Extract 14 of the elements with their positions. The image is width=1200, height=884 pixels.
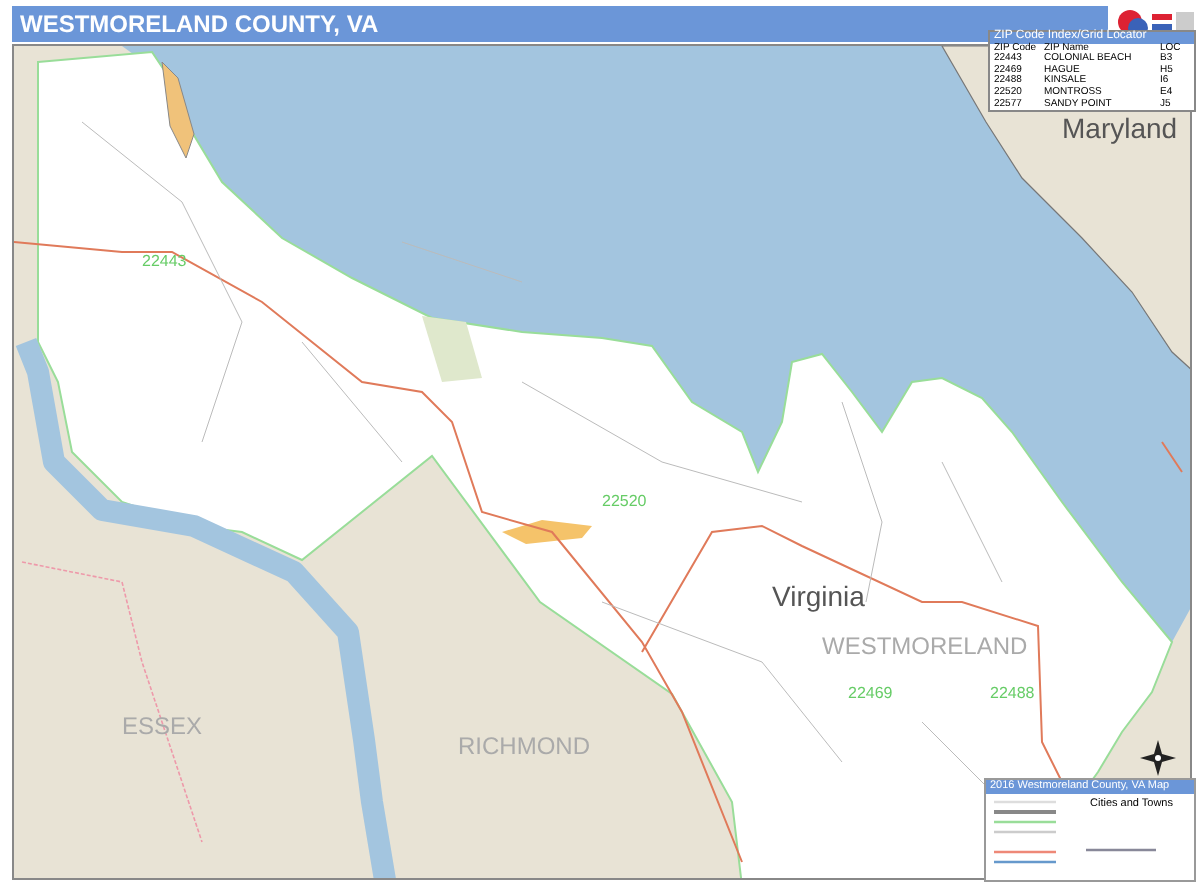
state-label: Virginia [772, 582, 865, 610]
park-area [422, 316, 482, 382]
county-label: RICHMOND [458, 734, 590, 758]
beach-area [161, 61, 195, 159]
compass-icon [1140, 740, 1176, 776]
county-label: ESSEX [122, 714, 203, 738]
county-label: WESTMORELAND [822, 634, 1028, 658]
zip-code-label: 22469 [848, 686, 893, 702]
zip-code-label: 22488 [990, 686, 1035, 702]
map-title: WESTMORELAND COUNTY, VA [18, 10, 379, 38]
zip-code-label: 22443 [142, 254, 187, 270]
zip-code-label: 22520 [602, 494, 647, 510]
state-label: Maryland [1062, 114, 1178, 142]
town-area [502, 520, 592, 544]
